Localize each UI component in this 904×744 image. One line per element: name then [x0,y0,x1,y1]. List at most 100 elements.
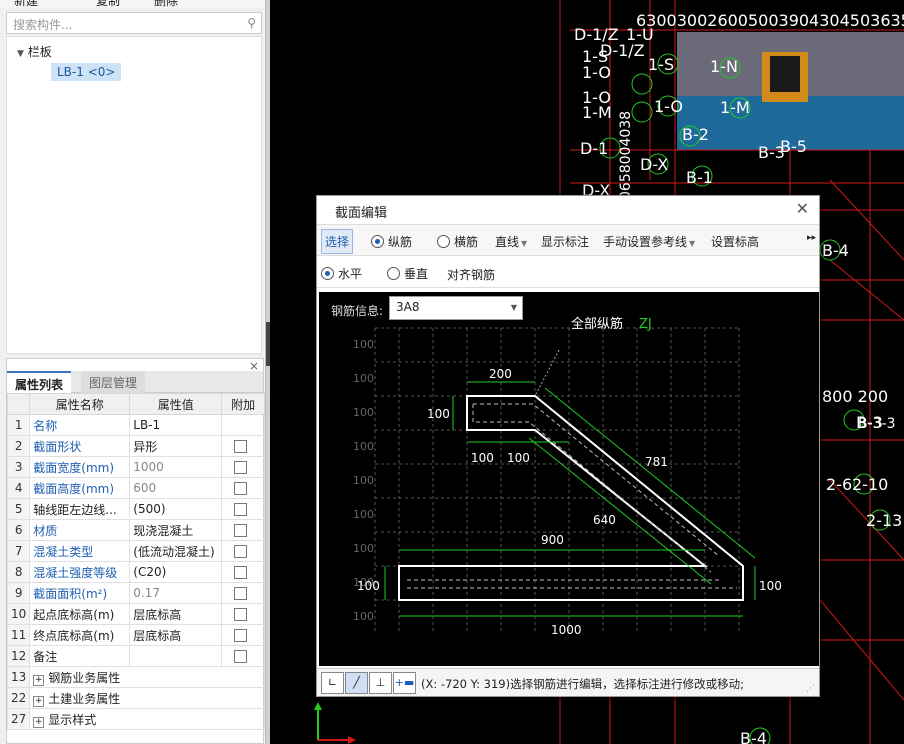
attach-checkbox[interactable] [234,608,248,621]
vertical-snap-button[interactable]: ⊥ [369,672,392,694]
section-drawing[interactable]: 100 100 100 100 100 100 100 100 100 200 … [319,292,819,666]
expand-plus-icon[interactable]: + [33,716,45,728]
horizontal-radio[interactable]: 水平 [321,265,362,282]
attach-checkbox[interactable] [234,545,248,558]
tree-parent[interactable]: ▼ 栏板 [17,43,52,60]
dim-640[interactable]: 640 [593,513,616,527]
attach-checkbox[interactable] [234,524,248,537]
row-number: 5 [6,498,31,520]
group-name[interactable]: + 显示样式 [29,708,265,730]
property-value[interactable]: 层底标高 [129,603,223,625]
property-value[interactable]: (低流动混凝土) [129,540,223,562]
ortho-button[interactable]: ∟ [321,672,344,694]
attach-checkbox[interactable] [234,629,248,642]
resize-grip-icon[interactable]: ⋰ [806,684,815,694]
more-icon[interactable]: ▸▸ [807,233,816,243]
expand-plus-icon[interactable]: + [33,695,45,707]
header-num [6,393,31,415]
dim-100-right[interactable]: 100 [759,579,782,593]
extra-cell [221,435,265,457]
table-row[interactable]: 4 截面高度(mm) 600 [6,477,265,499]
section-canvas[interactable]: 100 100 100 100 100 100 100 100 100 200 … [319,292,819,666]
property-value[interactable]: 现浇混凝土 [129,519,223,541]
table-row[interactable]: 2 截面形状 异形 [6,435,265,457]
property-value[interactable]: 1000 [129,456,223,478]
new-button[interactable]: 新建 [14,0,38,8]
table-row[interactable]: 8 混凝土强度等级 (C20) [6,561,265,583]
rebar-info-select[interactable]: 3A8 ▼ [389,296,523,320]
property-name: 起点底标高(m) [29,603,131,625]
search-icon[interactable]: ⚲ [247,16,256,30]
attach-checkbox[interactable] [234,440,248,453]
vertical-radio[interactable]: 垂直 [387,265,428,282]
group-name[interactable]: + 土建业务属性 [29,687,265,709]
expand-icon[interactable]: ▼ [17,49,24,59]
add-point-button[interactable]: +▬ [393,672,416,694]
tab-layer-manage[interactable]: 图层管理 [81,371,146,393]
section-outline[interactable] [398,395,744,601]
expand-plus-icon[interactable]: + [33,674,45,686]
dim-100-bottom-left[interactable]: 100 [357,579,380,593]
grid-label: 100 [353,338,374,351]
attach-checkbox[interactable] [234,482,248,495]
dim-781[interactable]: 781 [645,455,668,469]
property-name: 混凝土类型 [29,540,131,562]
property-value[interactable]: 异形 [129,435,223,457]
attach-checkbox[interactable] [234,566,248,579]
set-elev-button[interactable]: 设置标高 [711,233,759,250]
longitudinal-radio[interactable]: 纵筋 [371,233,412,250]
group-name[interactable]: + 钢筋业务属性 [29,666,265,688]
search-input[interactable]: 搜索构件... ⚲ [6,12,262,34]
attach-checkbox[interactable] [234,587,248,600]
extra-cell [221,603,265,625]
table-row[interactable]: 10 起点底标高(m) 层底标高 [6,603,265,625]
chevron-down-icon: ▼ [689,239,696,248]
table-row[interactable]: 9 截面面积(m²) 0.17 [6,582,265,604]
attach-checkbox[interactable] [234,461,248,474]
table-row[interactable]: 6 材质 现浇混凝土 [6,519,265,541]
table-row[interactable]: 3 截面宽度(mm) 1000 [6,456,265,478]
line-dropdown[interactable]: 直线 ▼ [495,233,527,250]
extra-cell [221,414,265,436]
group-row[interactable]: 27 + 显示样式 [6,708,265,730]
attach-checkbox[interactable] [234,503,248,516]
table-row[interactable]: 1 名称 LB-1 [6,414,265,436]
align-rebar-button[interactable]: 对齐钢筋 [447,266,495,283]
dim-100-left[interactable]: 100 [427,407,450,421]
property-value[interactable] [129,645,223,667]
dim-100-a[interactable]: 100 [471,451,494,465]
extra-cell [221,624,265,646]
diagonal-button[interactable]: ╱ [345,672,368,694]
table-row[interactable]: 11 终点底标高(m) 层底标高 [6,624,265,646]
dim-100-b[interactable]: 100 [507,451,530,465]
property-value[interactable]: (500) [129,498,223,520]
dim-1000[interactable]: 1000 [551,623,582,637]
tree-item-lb1[interactable]: LB-1 <0> [51,63,122,81]
property-value[interactable]: 层底标高 [129,624,223,646]
delete-button[interactable]: 删除 [154,0,178,8]
attach-checkbox[interactable] [234,650,248,663]
group-row[interactable]: 13 + 钢筋业务属性 [6,666,265,688]
table-row[interactable]: 5 轴线距左边线... (500) [6,498,265,520]
manual-ref-dropdown[interactable]: 手动设置参考线 ▼ [603,233,695,250]
transverse-radio[interactable]: 横筋 [437,233,478,250]
select-button[interactable]: 选择 [321,229,354,254]
dim-200[interactable]: 200 [489,367,512,381]
show-dim-button[interactable]: 显示标注 [541,233,589,250]
cad-b3-text: B-3-3 [858,416,896,432]
all-long-label[interactable]: 全部纵筋 [571,316,623,332]
properties-panel: × 属性列表 图层管理 属性名称 属性值 附加 1 名称 LB-1 2 截面形状 异形 3 截… [6,358,265,744]
tab-property-list[interactable]: 属性列表 [7,371,72,393]
property-table: 属性名称 属性值 附加 1 名称 LB-1 2 截面形状 异形 3 截面宽度(mm) 1000 4… [6,393,265,730]
property-value[interactable]: 600 [129,477,223,499]
copy-button[interactable]: 复制 [96,0,120,8]
group-row[interactable]: 22 + 土建业务属性 [6,687,265,709]
table-row[interactable]: 7 混凝土类型 (低流动混凝土) [6,540,265,562]
property-value[interactable]: 0.17 [129,582,223,604]
dim-900[interactable]: 900 [541,533,564,547]
property-value[interactable]: LB-1 [129,414,223,436]
table-row[interactable]: 12 备注 [6,645,265,667]
rebar-lines[interactable] [407,403,737,589]
property-value[interactable]: (C20) [129,561,223,583]
close-icon[interactable]: ✕ [796,199,809,218]
